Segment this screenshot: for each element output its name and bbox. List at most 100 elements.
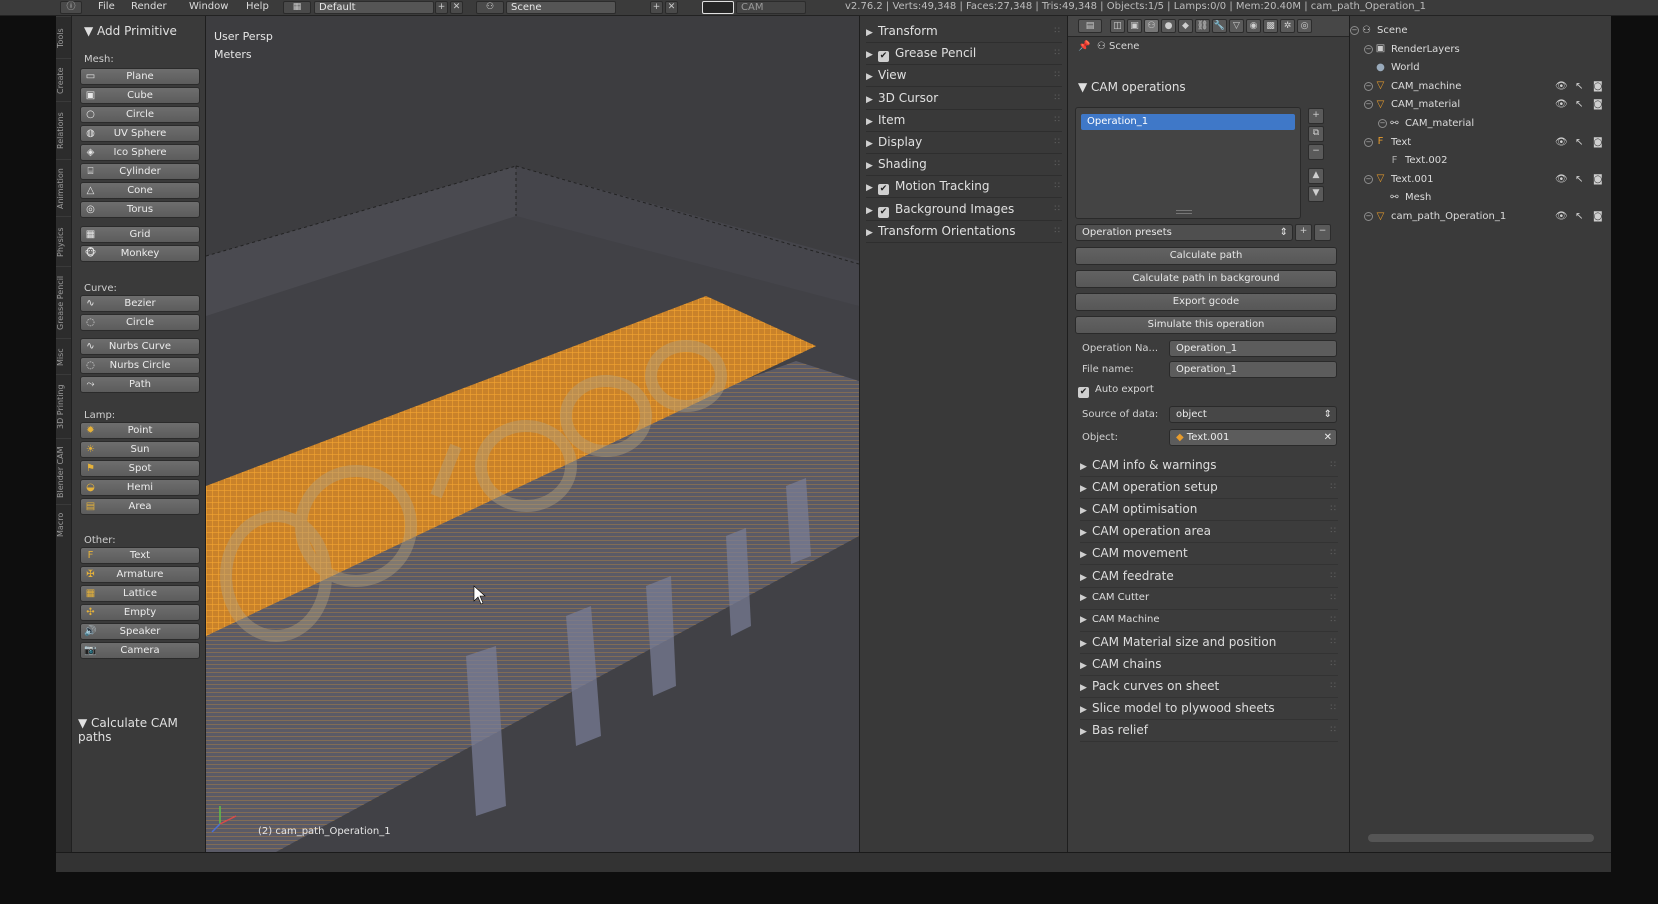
outliner-item[interactable]: − ▣ RenderLayers — [1350, 40, 1612, 59]
screen-layout-icon[interactable]: ▦ — [283, 1, 311, 14]
visibility-eye-icon[interactable]: 👁 — [1555, 77, 1568, 96]
panel-transform[interactable]: ▶ Transform ∷ — [866, 20, 1062, 43]
section-cam-chains[interactable]: ▶ CAM chains ∷ — [1080, 653, 1338, 676]
mesh-add-grid-button[interactable]: ▦ Grid — [80, 226, 200, 243]
expand-toggle-icon[interactable]: − — [1378, 119, 1387, 128]
shelf-tab[interactable]: Blender CAM — [56, 438, 71, 505]
shelf-tab[interactable]: Physics — [56, 216, 71, 267]
menu-render[interactable]: Render — [131, 1, 167, 12]
panel-view[interactable]: ▶ View ∷ — [866, 64, 1062, 88]
move-up-button[interactable]: ▲ — [1308, 168, 1324, 184]
curve-add-bezier-button[interactable]: ∿ Bezier — [80, 295, 200, 312]
panel-transform-orientations[interactable]: ▶ Transform Orientations ∷ — [866, 220, 1062, 243]
visibility-eye-icon[interactable]: 👁 — [1555, 133, 1568, 152]
section-cam-operation-setup[interactable]: ▶ CAM operation setup ∷ — [1080, 476, 1338, 500]
mesh-add-circle-button[interactable]: ○ Circle — [80, 106, 200, 123]
world-context-icon[interactable]: ● — [1161, 19, 1176, 33]
panel-enable-checkbox[interactable]: ✔ — [878, 184, 889, 196]
shelf-tab[interactable]: Create — [56, 58, 71, 102]
blender-logo-icon[interactable]: ⓘ — [60, 1, 82, 14]
scene-context-icon[interactable]: ⚇ — [1144, 19, 1159, 33]
outliner-item[interactable]: F Text.002 — [1350, 151, 1612, 170]
add-operation-button[interactable]: + — [1308, 108, 1324, 124]
export-gcode-button[interactable]: Export gcode — [1075, 293, 1337, 311]
drag-grip-icon[interactable]: ∷ — [1330, 520, 1336, 542]
panel-shading[interactable]: ▶ Shading ∷ — [866, 153, 1062, 177]
drag-grip-icon[interactable]: ∷ — [1054, 175, 1060, 197]
drag-grip-icon[interactable]: ∷ — [1054, 220, 1060, 242]
drag-grip-icon[interactable]: ∷ — [1330, 454, 1336, 476]
outliner-item[interactable]: ⚯ Mesh — [1350, 188, 1612, 207]
expand-toggle-icon[interactable]: − — [1364, 212, 1373, 221]
section-cam-machine[interactable]: ▶ CAM Machine ∷ — [1080, 609, 1338, 632]
render-camera-icon[interactable]: ◙ — [1593, 133, 1603, 152]
pin-icon[interactable]: 📌 — [1078, 41, 1090, 52]
render-camera-icon[interactable]: ◙ — [1593, 207, 1603, 226]
drag-grip-icon[interactable]: ∷ — [1330, 565, 1336, 587]
section-cam-operation-area[interactable]: ▶ CAM operation area ∷ — [1080, 520, 1338, 544]
section-slice-model-to-plywood-sheets[interactable]: ▶ Slice model to plywood sheets ∷ — [1080, 697, 1338, 721]
file-name-field[interactable]: Operation_1 — [1169, 361, 1337, 378]
shelf-tab[interactable]: Tools — [56, 16, 71, 59]
mesh-add-uv-sphere-button[interactable]: ◍ UV Sphere — [80, 125, 200, 142]
operator-panel-header[interactable]: ▼ Calculate CAM paths — [78, 716, 205, 744]
panel-enable-checkbox[interactable]: ✔ — [878, 206, 889, 218]
render-camera-icon[interactable]: ◙ — [1593, 95, 1603, 114]
panel-display[interactable]: ▶ Display ∷ — [866, 131, 1062, 154]
drag-grip-icon[interactable]: ∷ — [1054, 131, 1060, 153]
source-of-data-dropdown[interactable]: object ⇕ — [1169, 406, 1337, 423]
editor-type-icon[interactable]: ▤ — [1078, 19, 1102, 33]
auto-export-checkbox[interactable]: ✔ — [1078, 387, 1089, 398]
section-cam-movement[interactable]: ▶ CAM movement ∷ — [1080, 542, 1338, 566]
visibility-eye-icon[interactable]: 👁 — [1555, 95, 1568, 114]
drag-grip-icon[interactable]: ∷ — [1330, 653, 1336, 675]
outliner-item[interactable]: − F Text 👁 ↖ ◙ — [1350, 133, 1612, 152]
other-add-armature-button[interactable]: ✠ Armature — [80, 566, 200, 583]
mesh-add-cube-button[interactable]: ▣ Cube — [80, 87, 200, 104]
visibility-eye-icon[interactable]: 👁 — [1555, 207, 1568, 226]
outliner-item[interactable]: − ⚯ CAM_material — [1350, 114, 1612, 133]
expand-toggle-icon[interactable]: − — [1364, 100, 1373, 110]
shelf-tab[interactable]: 3D Printing — [56, 374, 71, 439]
section-cam-material-size-and-position[interactable]: ▶ CAM Material size and position ∷ — [1080, 631, 1338, 654]
data-context-icon[interactable]: ▽ — [1229, 19, 1244, 33]
panel-enable-checkbox[interactable]: ✔ — [878, 51, 889, 63]
shelf-tab[interactable]: Relations — [56, 101, 71, 160]
mesh-add-torus-button[interactable]: ◎ Torus — [80, 201, 200, 218]
mesh-add-cylinder-button[interactable]: ⌸ Cylinder — [80, 163, 200, 180]
menu-file[interactable]: File — [98, 1, 115, 12]
drag-grip-icon[interactable]: ∷ — [1054, 42, 1060, 64]
selectable-arrow-icon[interactable]: ↖ — [1575, 95, 1583, 114]
add-scene-button[interactable]: + — [650, 1, 663, 14]
engine-icon[interactable] — [702, 1, 734, 14]
copy-operation-button[interactable]: ⧉ — [1308, 126, 1324, 142]
simulate-operation-button[interactable]: Simulate this operation — [1075, 316, 1337, 334]
shelf-tab[interactable]: Macro — [56, 504, 71, 545]
material-context-icon[interactable]: ◉ — [1246, 19, 1261, 33]
operations-list[interactable]: Operation_1 — [1075, 107, 1301, 219]
clear-object-icon[interactable]: ✕ — [1324, 430, 1332, 445]
physics-context-icon[interactable]: ◎ — [1297, 19, 1312, 33]
mesh-add-cone-button[interactable]: △ Cone — [80, 182, 200, 199]
operation-list-item[interactable]: Operation_1 — [1081, 114, 1295, 130]
drag-grip-icon[interactable]: ∷ — [1054, 64, 1060, 86]
outliner-item[interactable]: − ▽ cam_path_Operation_1 👁 ↖ ◙ — [1350, 207, 1612, 226]
drag-grip-icon[interactable]: ∷ — [1330, 697, 1336, 719]
calculate-path-background-button[interactable]: Calculate path in background — [1075, 270, 1337, 288]
menu-help[interactable]: Help — [246, 1, 269, 12]
operation-name-field[interactable]: Operation_1 — [1169, 340, 1337, 357]
lamp-add-area-button[interactable]: ▤ Area — [80, 498, 200, 515]
lamp-add-hemi-button[interactable]: ◒ Hemi — [80, 479, 200, 496]
auto-export-row[interactable]: ✔ Auto export — [1078, 384, 1154, 398]
selectable-arrow-icon[interactable]: ↖ — [1575, 170, 1583, 189]
other-add-text-button[interactable]: F Text — [80, 547, 200, 564]
add-preset-button[interactable]: + — [1295, 224, 1312, 241]
outliner-item[interactable]: − ▽ CAM_machine 👁 ↖ ◙ — [1350, 77, 1612, 96]
modifiers-context-icon[interactable]: 🔧 — [1212, 19, 1227, 33]
section-cam-info-warnings[interactable]: ▶ CAM info & warnings ∷ — [1080, 454, 1338, 477]
other-add-camera-button[interactable]: 📷 Camera — [80, 642, 200, 659]
drag-grip-icon[interactable]: ∷ — [1330, 631, 1336, 653]
particles-context-icon[interactable]: ✲ — [1280, 19, 1295, 33]
drag-grip-icon[interactable]: ∷ — [1330, 719, 1336, 741]
curve-add-circle-button[interactable]: ◌ Circle — [80, 314, 200, 331]
